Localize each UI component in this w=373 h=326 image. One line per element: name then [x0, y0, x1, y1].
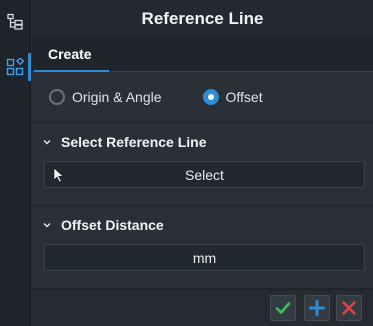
left-toolbar	[0, 0, 31, 326]
section-title: Offset Distance	[61, 217, 164, 233]
offset-unit: mm	[192, 249, 217, 266]
select-button-label: Select	[185, 166, 224, 183]
chevron-down-icon[interactable]	[42, 137, 52, 147]
select-reference-button[interactable]: Select	[44, 161, 365, 188]
plus-icon	[309, 300, 325, 316]
radio-origin-angle[interactable]: Origin & Angle	[49, 89, 162, 105]
radio-offset[interactable]: Offset	[202, 89, 263, 105]
chevron-down-icon[interactable]	[42, 220, 52, 230]
component-grid-icon	[6, 58, 24, 76]
check-icon	[275, 302, 291, 314]
dialog-footer	[32, 289, 373, 326]
mode-radio-group: Origin & Angle Offset	[32, 72, 373, 123]
ok-button[interactable]	[270, 295, 296, 321]
tab-create[interactable]: Create	[34, 38, 109, 72]
tree-icon	[7, 13, 23, 30]
offset-distance-input[interactable]: mm	[44, 244, 365, 271]
tab-bar: Create	[32, 38, 373, 72]
select-reference-header[interactable]: Select Reference Line	[32, 123, 373, 161]
radio-origin-angle-label: Origin & Angle	[72, 89, 162, 105]
select-reference-section: Select Reference Line Select	[32, 123, 373, 206]
reference-line-panel: Reference Line Create Origin & Angle Off…	[32, 0, 373, 326]
cursor-arrow-icon	[53, 167, 65, 186]
tree-view-button[interactable]	[2, 8, 28, 36]
radio-offset-label: Offset	[225, 89, 263, 105]
offset-distance-section: Offset Distance mm	[32, 206, 373, 289]
offset-distance-header[interactable]: Offset Distance	[32, 206, 373, 244]
add-button[interactable]	[304, 295, 330, 321]
radio-checked-icon[interactable]	[202, 89, 219, 105]
radio-unchecked-icon[interactable]	[49, 89, 65, 105]
section-title: Select Reference Line	[61, 134, 207, 150]
component-panel-button[interactable]	[2, 53, 31, 81]
panel-title: Reference Line	[32, 0, 373, 38]
close-icon	[342, 301, 356, 315]
cancel-button[interactable]	[336, 295, 362, 321]
